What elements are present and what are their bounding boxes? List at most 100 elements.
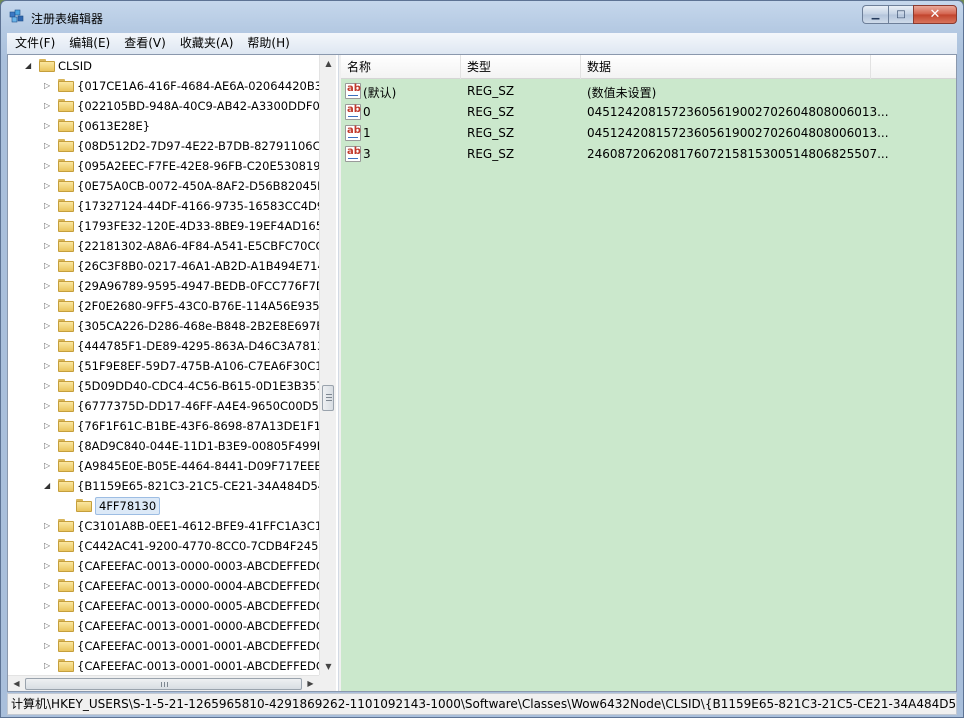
tree-item[interactable]: ▷ {1793FE32-120E-4D33-8BE9-19EF4AD165	[8, 216, 319, 236]
string-value-icon: ab	[345, 104, 361, 120]
expand-arrow-icon[interactable]: ▷	[44, 162, 52, 170]
tree-item[interactable]: ▷ {0E75A0CB-0072-450A-8AF2-D56B82045E	[8, 176, 319, 196]
expand-arrow-icon[interactable]: ▷	[44, 102, 52, 110]
client-area: ◢ CLSID ▷ {017CE1A6-416F-4684-AE6A-02064420…	[7, 54, 957, 692]
expand-arrow-icon[interactable]: ▷	[44, 322, 52, 330]
scroll-down-icon[interactable]: ▼	[320, 658, 337, 675]
tree-item[interactable]: ▷ {CAFEEFAC-0013-0001-0001-ABCDEFFEDC	[8, 656, 319, 675]
menu-view[interactable]: 查看(V)	[116, 33, 172, 54]
menu-edit[interactable]: 编辑(E)	[61, 33, 116, 54]
tree-item[interactable]: ▷ {5D09DD40-CDC4-4C56-B615-0D1E3B357	[8, 376, 319, 396]
expanded-arrow-icon[interactable]: ◢	[44, 482, 52, 490]
minimize-button[interactable]: ▁	[862, 5, 888, 24]
expand-arrow-icon[interactable]: ▷	[44, 282, 52, 290]
scroll-up-icon[interactable]: ▲	[320, 55, 337, 72]
expand-arrow-icon[interactable]: ▷	[44, 122, 52, 130]
close-button[interactable]: ✕	[913, 5, 957, 24]
tree-item[interactable]: ▷ {26C3F8B0-0217-46A1-AB2D-A1B494E714	[8, 256, 319, 276]
tree-item[interactable]: ▷ {29A96789-9595-4947-BEDB-0FCC776F7D	[8, 276, 319, 296]
expand-arrow-icon[interactable]: ▷	[44, 602, 52, 610]
tree-item[interactable]: ▷ {444785F1-DE89-4295-863A-D46C3A7813	[8, 336, 319, 356]
expand-arrow-icon[interactable]: ▷	[44, 202, 52, 210]
regedit-window: 注册表编辑器 ▁ □ ✕ 文件(F) 编辑(E) 查看(V) 收藏夹(A) 帮助…	[0, 0, 964, 718]
expand-arrow-icon[interactable]: ▷	[44, 462, 52, 470]
tree-item[interactable]: ▷ {CAFEEFAC-0013-0000-0003-ABCDEFFEDC	[8, 556, 319, 576]
expand-arrow-icon[interactable]: ▷	[44, 442, 52, 450]
tree-item[interactable]: ▷ {CAFEEFAC-0013-0001-0001-ABCDEFFEDC	[8, 636, 319, 656]
tree-item[interactable]: ▷ {76F1F61C-B1BE-43F6-8698-87A13DE1F1E	[8, 416, 319, 436]
string-value-icon: ab	[345, 83, 361, 99]
column-header-data[interactable]: 数据	[581, 55, 871, 79]
expand-arrow-icon[interactable]: ▷	[44, 422, 52, 430]
expand-arrow-icon[interactable]: ▷	[44, 262, 52, 270]
folder-icon	[58, 238, 74, 252]
tree-item[interactable]: ▷ {8AD9C840-044E-11D1-B3E9-00805F499D	[8, 436, 319, 456]
tree-item[interactable]: ▷ {CAFEEFAC-0013-0000-0004-ABCDEFFEDC	[8, 576, 319, 596]
tree-item[interactable]: ▷ {CAFEEFAC-0013-0001-0000-ABCDEFFEDC	[8, 616, 319, 636]
tree-item[interactable]: ▷ {C442AC41-9200-4770-8CC0-7CDB4F245C	[8, 536, 319, 556]
tree-item[interactable]: ▷ {CAFEEFAC-0013-0000-0005-ABCDEFFEDC	[8, 596, 319, 616]
tree-item[interactable]: ▷ {2F0E2680-9FF5-43C0-B76E-114A56E9359	[8, 296, 319, 316]
expand-arrow-icon[interactable]: ▷	[44, 222, 52, 230]
expand-arrow-icon[interactable]: ▷	[44, 662, 52, 670]
menu-file[interactable]: 文件(F)	[7, 33, 61, 54]
tree-item[interactable]: ▷ {17327124-44DF-4166-9735-16583CC4D9	[8, 196, 319, 216]
tree-vertical-scrollbar[interactable]: ▲ ▼	[319, 55, 336, 675]
value-row[interactable]: ab (默认) REG_SZ (数值未设置)	[341, 81, 956, 102]
tree-hscroll-thumb[interactable]	[25, 678, 302, 690]
tree-item[interactable]: ▷ {A9845E0E-B05E-4464-8441-D09F717EEE	[8, 456, 319, 476]
tree-item[interactable]: ▷ {0613E28E}	[8, 116, 319, 136]
tree-vscroll-thumb[interactable]	[322, 385, 334, 411]
menu-help[interactable]: 帮助(H)	[239, 33, 295, 54]
tree-item[interactable]: ◢ {B1159E65-821C3-21C5-CE21-34A484D54	[8, 476, 319, 496]
column-header-name[interactable]: 名称	[341, 55, 461, 79]
expand-arrow-icon[interactable]: ▷	[44, 82, 52, 90]
tree-item[interactable]: ▷ {22181302-A8A6-4F84-A541-E5CBFC70CC	[8, 236, 319, 256]
expand-arrow-icon[interactable]: ▷	[44, 142, 52, 150]
folder-icon	[39, 58, 55, 72]
expand-arrow-icon[interactable]: ▷	[44, 242, 52, 250]
expand-arrow-icon[interactable]: ▷	[44, 542, 52, 550]
tree-item[interactable]: 4FF78130	[8, 496, 319, 516]
expand-arrow-icon[interactable]: ▷	[44, 302, 52, 310]
grip-line	[161, 682, 162, 687]
value-row[interactable]: ab 0 REG_SZ 0451242081572360561900270260…	[341, 102, 956, 123]
maximize-button[interactable]: □	[888, 5, 913, 24]
tree-item[interactable]: ◢ CLSID	[8, 56, 319, 76]
expand-arrow-icon[interactable]: ▷	[44, 642, 52, 650]
tree-item[interactable]: ▷ {6777375D-DD17-46FF-A4E4-9650C00D5D	[8, 396, 319, 416]
column-header-type[interactable]: 类型	[461, 55, 581, 79]
tree-item[interactable]: ▷ {305CA226-D286-468e-B848-2B2E8E697B	[8, 316, 319, 336]
value-row[interactable]: ab 1 REG_SZ 0451242081572360561900270260…	[341, 123, 956, 144]
string-value-icon: ab	[345, 146, 361, 162]
expand-arrow-icon[interactable]: ▷	[44, 342, 52, 350]
grip-line	[164, 682, 165, 687]
expand-arrow-icon[interactable]: ▷	[44, 402, 52, 410]
tree-item-label: {CAFEEFAC-0013-0000-0003-ABCDEFFEDC	[77, 559, 319, 573]
menu-favorites[interactable]: 收藏夹(A)	[172, 33, 240, 54]
value-type: REG_SZ	[467, 105, 515, 119]
scroll-right-icon[interactable]: ▶	[302, 676, 319, 691]
tree-item[interactable]: ▷ {017CE1A6-416F-4684-AE6A-02064420B3	[8, 76, 319, 96]
expand-arrow-icon[interactable]: ▷	[44, 182, 52, 190]
expand-arrow-icon[interactable]: ▷	[44, 522, 52, 530]
expand-arrow-icon[interactable]: ▷	[44, 382, 52, 390]
scroll-left-icon[interactable]: ◀	[8, 676, 25, 691]
tree-item[interactable]: ▷ {095A2EEC-F7FE-42E8-96FB-C20E530819	[8, 156, 319, 176]
tree-item[interactable]: ▷ {C3101A8B-0EE1-4612-BFE9-41FFC1A3C1	[8, 516, 319, 536]
expanded-arrow-icon[interactable]: ◢	[25, 62, 33, 70]
expand-arrow-icon[interactable]: ▷	[44, 562, 52, 570]
folder-icon	[58, 338, 74, 352]
title-bar[interactable]: 注册表编辑器 ▁ □ ✕	[1, 1, 963, 33]
folder-icon	[58, 158, 74, 172]
expand-arrow-icon[interactable]: ▷	[44, 622, 52, 630]
tree-item[interactable]: ▷ {51F9E8EF-59D7-475B-A106-C7EA6F30C1	[8, 356, 319, 376]
tree-horizontal-scrollbar[interactable]: ◀ ▶	[8, 675, 319, 691]
tree-item-label: {A9845E0E-B05E-4464-8441-D09F717EEE	[77, 459, 319, 473]
value-row[interactable]: ab 3 REG_SZ 2460872062081760721581530051…	[341, 144, 956, 165]
tree-item[interactable]: ▷ {022105BD-948A-40C9-AB42-A3300DDF0	[8, 96, 319, 116]
tree-item[interactable]: ▷ {08D512D2-7D97-4E22-B7DB-82791106C	[8, 136, 319, 156]
folder-icon	[58, 298, 74, 312]
expand-arrow-icon[interactable]: ▷	[44, 362, 52, 370]
expand-arrow-icon[interactable]: ▷	[44, 582, 52, 590]
